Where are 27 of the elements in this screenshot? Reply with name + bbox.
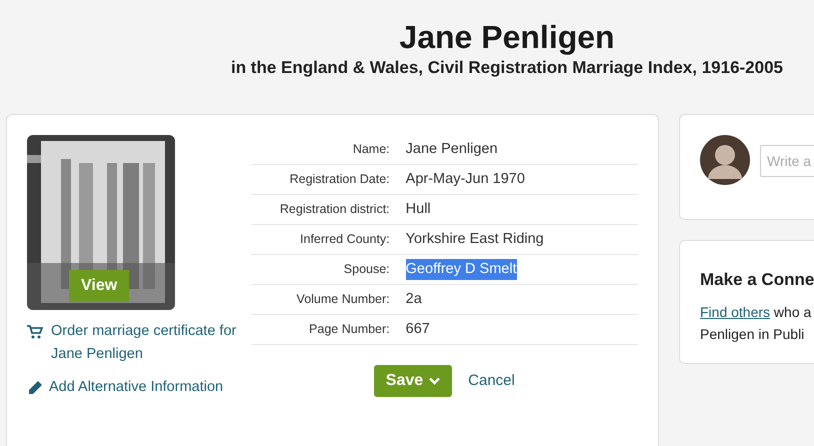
field-value: Geoffrey D Smelt (406, 258, 517, 280)
order-certificate-link[interactable]: Order marriage certificate for Jane Penligen (49, 320, 237, 366)
field-label: Spouse: (342, 261, 390, 278)
pencil-icon (27, 380, 43, 396)
field-value: Yorkshire East Riding (406, 230, 544, 249)
connect-text: Find others who a Penligen in Publi (700, 302, 812, 344)
comment-field[interactable]: Write a (760, 145, 814, 177)
field-label: Volume Number: (296, 291, 390, 308)
avatar-icon (700, 135, 750, 185)
find-others-link[interactable]: Find others (700, 304, 770, 320)
field-value: 2a (406, 290, 422, 309)
field-value: Hull (406, 200, 431, 219)
field-value: Jane Penligen (406, 140, 498, 159)
field-label: Name: (352, 141, 390, 158)
chevron-down-icon (429, 377, 440, 385)
field-label: Page Number: (308, 321, 390, 338)
record-title: Jane Penligen (398, 18, 616, 56)
field-value: 667 (406, 320, 430, 339)
add-information-link[interactable]: Add Alternative Information (49, 376, 224, 399)
field-value: Apr-May-Jun 1970 (406, 170, 525, 189)
field-label: Registration district: (278, 201, 390, 218)
cart-icon (27, 325, 43, 339)
field-label: Inferred County: (299, 231, 390, 248)
connect-title: Make a Conne (700, 269, 814, 291)
field-label: Registration Date: (288, 171, 390, 188)
collection-subtitle: in the England & Wales, Civil Registration Marriage Index, 1916-2005 (230, 57, 784, 79)
cancel-link[interactable]: Cancel (468, 370, 515, 392)
